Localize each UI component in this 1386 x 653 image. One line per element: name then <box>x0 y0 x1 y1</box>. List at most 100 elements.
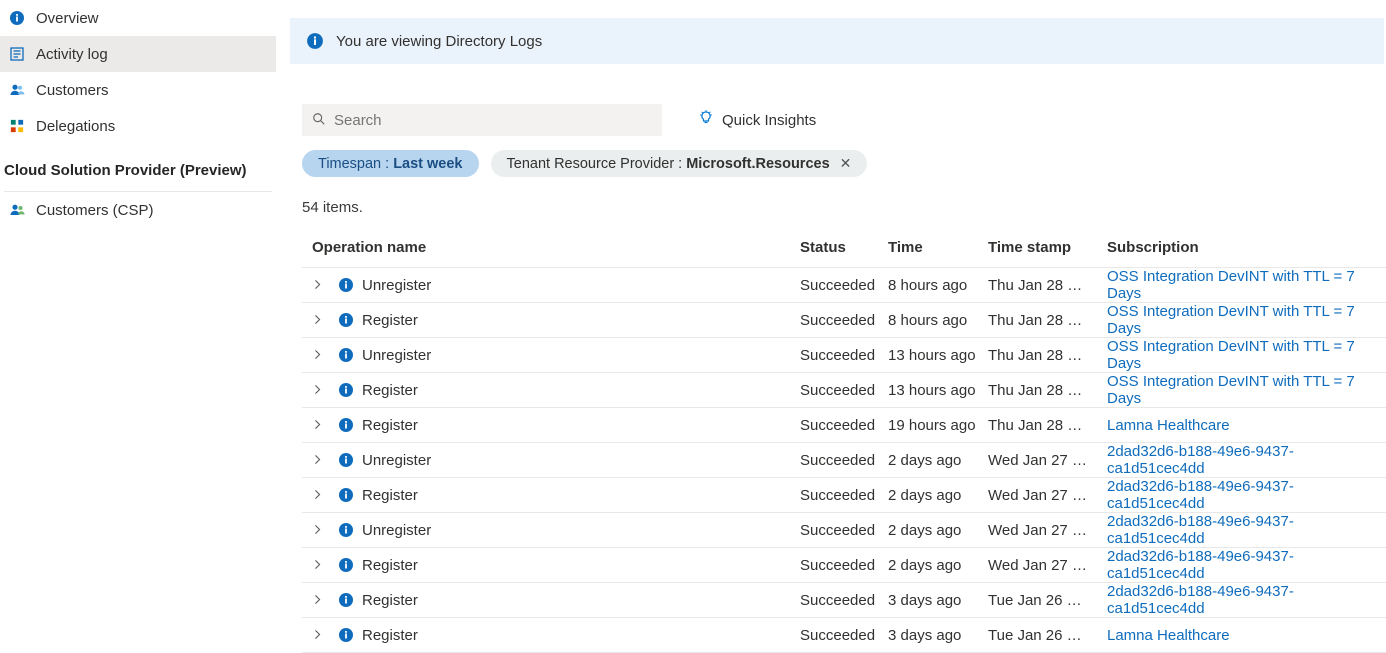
sidebar-item-activity-log[interactable]: Activity log <box>0 36 276 72</box>
pill-label: Tenant Resource Provider : <box>507 156 683 172</box>
filter-pill-timespan[interactable]: Timespan : Last week <box>302 150 479 177</box>
chevron-right-icon[interactable] <box>312 277 326 294</box>
chevron-right-icon[interactable] <box>312 312 326 329</box>
cell-status: Succeeded <box>800 347 888 364</box>
cell-status: Succeeded <box>800 417 888 434</box>
chevron-right-icon[interactable] <box>312 452 326 469</box>
subscription-link[interactable]: Lamna Healthcare <box>1107 627 1230 644</box>
sidebar-section-csp: Cloud Solution Provider (Preview) <box>0 144 276 187</box>
col-header-status[interactable]: Status <box>800 239 888 256</box>
cell-status: Succeeded <box>800 522 888 539</box>
cell-time: 2 days ago <box>888 557 988 574</box>
chevron-right-icon[interactable] <box>312 627 326 644</box>
table-row[interactable]: Register Succeeded 19 hours ago Thu Jan … <box>302 408 1386 443</box>
table-row[interactable]: Unregister Succeeded 8 hours ago Thu Jan… <box>302 268 1386 303</box>
table-row[interactable]: Register Succeeded 8 hours ago Thu Jan 2… <box>302 303 1386 338</box>
chevron-right-icon[interactable] <box>312 382 326 399</box>
table-row[interactable]: Register Succeeded 3 days ago Tue Jan 26… <box>302 583 1386 618</box>
cell-timestamp: Thu Jan 28 … <box>988 277 1085 294</box>
cell-operation: Register <box>362 592 418 609</box>
sidebar-item-label: Delegations <box>36 118 115 135</box>
col-header-operation[interactable]: Operation name <box>302 239 800 256</box>
sidebar-item-customers[interactable]: Customers <box>0 72 276 108</box>
sidebar-item-customers-csp[interactable]: Customers (CSP) <box>0 192 276 228</box>
cell-status: Succeeded <box>800 312 888 329</box>
filter-pill-provider[interactable]: Tenant Resource Provider : Microsoft.Res… <box>491 150 868 177</box>
cell-status: Succeeded <box>800 557 888 574</box>
chevron-right-icon[interactable] <box>312 557 326 574</box>
cell-timestamp: Wed Jan 27 … <box>988 487 1085 504</box>
quick-insights-button[interactable]: Quick Insights <box>698 110 816 130</box>
subscription-link[interactable]: 2dad32d6-b188-49e6-9437-ca1d51cec4dd <box>1107 443 1294 477</box>
subscription-link[interactable]: OSS Integration DevINT with TTL = 7 Days <box>1107 303 1355 337</box>
table-row[interactable]: Unregister Succeeded 2 days ago Wed Jan … <box>302 443 1386 478</box>
sidebar-item-label: Customers <box>36 82 109 99</box>
main-content: You are viewing Directory Logs Quick Ins… <box>276 0 1386 644</box>
cell-time: 8 hours ago <box>888 312 988 329</box>
subscription-link[interactable]: OSS Integration DevINT with TTL = 7 Days <box>1107 268 1355 302</box>
cell-time: 13 hours ago <box>888 347 988 364</box>
subscription-link[interactable]: 2dad32d6-b188-49e6-9437-ca1d51cec4dd <box>1107 583 1294 617</box>
chevron-right-icon[interactable] <box>312 522 326 539</box>
cell-timestamp: Thu Jan 28 … <box>988 312 1085 329</box>
activity-log-icon <box>8 45 26 63</box>
activity-log-table: Operation name Status Time Time stamp Su… <box>302 228 1386 653</box>
items-count: 54 items. <box>302 199 1386 216</box>
close-icon[interactable]: ✕ <box>840 155 852 172</box>
table-row[interactable]: Register Succeeded 2 days ago Wed Jan 27… <box>302 478 1386 513</box>
cell-timestamp: Wed Jan 27 … <box>988 452 1085 469</box>
search-input[interactable] <box>334 112 652 129</box>
table-row[interactable]: Unregister Succeeded 13 hours ago Thu Ja… <box>302 338 1386 373</box>
cell-status: Succeeded <box>800 382 888 399</box>
chevron-right-icon[interactable] <box>312 347 326 364</box>
chevron-right-icon[interactable] <box>312 592 326 609</box>
col-header-subscription[interactable]: Subscription <box>1085 239 1386 256</box>
chevron-right-icon[interactable] <box>312 417 326 434</box>
subscription-link[interactable]: 2dad32d6-b188-49e6-9437-ca1d51cec4dd <box>1107 548 1294 582</box>
table-header: Operation name Status Time Time stamp Su… <box>302 228 1386 268</box>
cell-time: 2 days ago <box>888 522 988 539</box>
info-circle-icon <box>338 557 354 573</box>
subscription-link[interactable]: Lamna Healthcare <box>1107 417 1230 434</box>
info-circle-icon <box>338 277 354 293</box>
cell-timestamp: Thu Jan 28 … <box>988 347 1085 364</box>
info-circle-icon <box>338 592 354 608</box>
cell-time: 2 days ago <box>888 452 988 469</box>
subscription-link[interactable]: 2dad32d6-b188-49e6-9437-ca1d51cec4dd <box>1107 513 1294 547</box>
cell-time: 8 hours ago <box>888 277 988 294</box>
customers-csp-icon <box>8 201 26 219</box>
cell-timestamp: Wed Jan 27 … <box>988 557 1085 574</box>
quick-insights-label: Quick Insights <box>722 112 816 129</box>
sidebar-item-delegations[interactable]: Delegations <box>0 108 276 144</box>
cell-status: Succeeded <box>800 452 888 469</box>
subscription-link[interactable]: OSS Integration DevINT with TTL = 7 Days <box>1107 373 1355 407</box>
info-circle-icon <box>338 522 354 538</box>
pill-label: Timespan : <box>318 156 389 172</box>
info-circle-icon <box>338 487 354 503</box>
table-row[interactable]: Register Succeeded 3 days ago Tue Jan 26… <box>302 618 1386 653</box>
table-row[interactable]: Unregister Succeeded 2 days ago Wed Jan … <box>302 513 1386 548</box>
sidebar-item-overview[interactable]: Overview <box>0 0 276 36</box>
subscription-link[interactable]: 2dad32d6-b188-49e6-9437-ca1d51cec4dd <box>1107 478 1294 512</box>
subscription-link[interactable]: OSS Integration DevINT with TTL = 7 Days <box>1107 338 1355 372</box>
cell-time: 19 hours ago <box>888 417 988 434</box>
cell-operation: Register <box>362 382 418 399</box>
cell-timestamp: Wed Jan 27 … <box>988 522 1085 539</box>
col-header-time[interactable]: Time <box>888 239 988 256</box>
cell-time: 13 hours ago <box>888 382 988 399</box>
search-box[interactable] <box>302 104 662 136</box>
cell-status: Succeeded <box>800 277 888 294</box>
cell-operation: Register <box>362 627 418 644</box>
table-row[interactable]: Register Succeeded 2 days ago Wed Jan 27… <box>302 548 1386 583</box>
cell-timestamp: Tue Jan 26 … <box>988 627 1085 644</box>
directory-logs-banner: You are viewing Directory Logs <box>290 18 1384 64</box>
info-circle-icon <box>8 9 26 27</box>
col-header-timestamp[interactable]: Time stamp <box>988 239 1085 256</box>
cell-operation: Register <box>362 487 418 504</box>
info-circle-icon <box>338 452 354 468</box>
table-row[interactable]: Register Succeeded 13 hours ago Thu Jan … <box>302 373 1386 408</box>
info-circle-icon <box>338 347 354 363</box>
sidebar-item-label: Activity log <box>36 46 108 63</box>
cell-operation: Register <box>362 312 418 329</box>
chevron-right-icon[interactable] <box>312 487 326 504</box>
